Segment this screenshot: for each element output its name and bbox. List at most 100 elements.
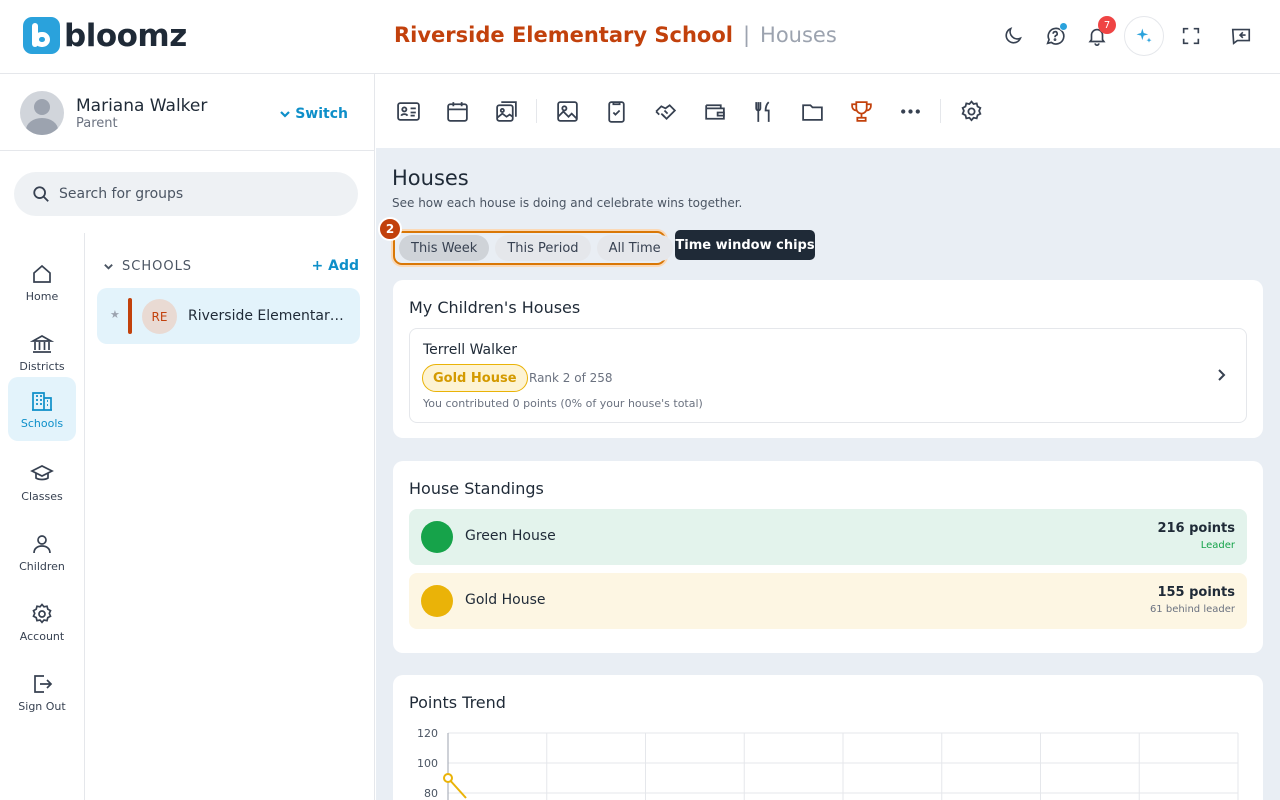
nav-item-districts[interactable]: Districts [8, 320, 76, 384]
left-panel: Mariana Walker Parent Switch Home Distri… [0, 74, 375, 800]
fullscreen-icon[interactable] [1176, 16, 1206, 56]
data-point [443, 773, 453, 783]
newsletter-icon[interactable] [395, 98, 421, 124]
sparkle-icon[interactable] [1124, 16, 1164, 56]
avatar[interactable] [20, 91, 64, 135]
photo-album-icon[interactable] [493, 98, 519, 124]
group-item-riverside[interactable]: ★ RE Riverside Elementary School [97, 288, 360, 344]
nav-label-home: Home [25, 289, 59, 303]
bloomz-logo[interactable]: bloomz [23, 17, 187, 54]
nav-label-account: Account [19, 629, 65, 643]
add-school-button[interactable]: + Add [312, 258, 360, 274]
chevron-right-icon [1214, 367, 1228, 381]
nav-item-children[interactable]: Children [8, 520, 76, 584]
page-title: Houses [392, 166, 469, 190]
signout-icon [34, 674, 53, 693]
nav-item-account[interactable]: Account [8, 590, 76, 654]
profile-name: Mariana Walker [76, 96, 208, 116]
y-tick-label: 120 [417, 727, 438, 740]
schools-section-toggle[interactable]: SCHOOLS [103, 259, 192, 274]
moon-icon[interactable] [998, 16, 1028, 56]
wallet-icon[interactable] [701, 98, 727, 124]
nav-item-schools[interactable]: Schools [8, 377, 76, 441]
group-name: Riverside Elementary School [188, 308, 348, 324]
handshake-icon[interactable] [652, 98, 678, 124]
card-title: House Standings [409, 479, 544, 498]
y-tick-label: 80 [424, 787, 438, 800]
trophy-icon[interactable] [848, 98, 874, 124]
nav-item-home[interactable]: Home [8, 250, 76, 314]
standing-row-gold[interactable]: Gold House 155 points 61 behind leader [409, 573, 1247, 629]
nav-item-classes[interactable]: Classes [8, 450, 76, 514]
house-name: Gold House [465, 592, 546, 608]
switch-label: Switch [295, 106, 348, 122]
points-trend-chart: 120 100 80 [417, 727, 1239, 800]
points-trend-card: Points Trend 120 100 80 [393, 675, 1263, 800]
child-name: Terrell Walker [423, 342, 517, 358]
house-name: Green House [465, 528, 556, 544]
standing-row-green[interactable]: Green House 216 points Leader [409, 509, 1247, 565]
plus-icon: + [311, 258, 324, 274]
header-actions: 7 [998, 16, 1256, 56]
contribution-text: You contributed 0 points (0% of your hou… [423, 397, 703, 410]
school-name: Riverside Elementary School [394, 23, 733, 47]
chip-all-time[interactable]: All Time [596, 235, 673, 261]
nav-label-children: Children [19, 559, 65, 573]
gear-icon [32, 602, 52, 624]
nav-label-schools: Schools [20, 416, 64, 430]
rank-text: Rank 2 of 258 [529, 371, 613, 385]
bell-icon[interactable]: 7 [1082, 16, 1116, 56]
search-input[interactable] [59, 186, 319, 202]
bank-icon [30, 334, 54, 353]
nav-label-classes: Classes [21, 489, 63, 503]
message-icon[interactable] [1226, 16, 1256, 56]
notification-badge: 7 [1098, 16, 1116, 34]
chip-this-week[interactable]: This Week [399, 235, 490, 261]
house-points: 155 points [1157, 585, 1235, 600]
main-content: Houses See how each house is doing and c… [376, 74, 1280, 800]
house-note: Leader [1200, 540, 1235, 551]
logo-text: bloomz [64, 17, 187, 54]
nav-label-districts: Districts [19, 359, 65, 373]
dining-icon[interactable] [750, 98, 776, 124]
card-title: Points Trend [409, 693, 506, 712]
house-standings-card: House Standings Green House 216 points L… [393, 461, 1263, 653]
house-points: 216 points [1157, 521, 1235, 536]
profile-role: Parent [76, 116, 118, 131]
chip-this-period[interactable]: This Period [495, 235, 591, 261]
group-search[interactable] [14, 172, 358, 216]
image-icon[interactable] [554, 98, 580, 124]
star-icon[interactable]: ★ [110, 308, 120, 321]
title-separator: | [742, 23, 751, 47]
app-header: bloomz Riverside Elementary School | Hou… [0, 0, 1280, 74]
settings-icon[interactable] [958, 98, 984, 124]
checklist-icon[interactable] [603, 98, 629, 124]
nav-item-sign-out[interactable]: Sign Out [8, 660, 76, 724]
step-badge: 2 [378, 217, 402, 241]
my-children-card: My Children's Houses Terrell Walker Gold… [393, 280, 1263, 438]
house-badge: Gold House [422, 364, 528, 392]
schools-section-label: SCHOOLS [122, 259, 193, 274]
house-color-dot [421, 585, 453, 617]
feature-toolbar [376, 74, 1280, 148]
switch-button[interactable]: Switch [279, 106, 348, 122]
header-title: Riverside Elementary School | Houses [394, 23, 837, 47]
chevron-down-icon [280, 111, 290, 118]
profile-header: Mariana Walker Parent Switch [0, 74, 374, 151]
house-note: 61 behind leader [1149, 604, 1235, 615]
more-icon[interactable] [897, 98, 923, 124]
nav-rail: Home Districts Schools Classes Children … [0, 233, 85, 800]
nav-label-sign-out: Sign Out [18, 699, 66, 713]
child-house-row[interactable]: Terrell Walker Gold House Rank 2 of 258 … [409, 328, 1247, 423]
home-icon [33, 264, 51, 283]
help-icon[interactable] [1040, 16, 1070, 56]
building-icon [32, 391, 52, 411]
chevron-down-icon [104, 264, 113, 270]
folder-icon[interactable] [799, 98, 825, 124]
page-name: Houses [760, 23, 837, 47]
calendar-icon[interactable] [444, 98, 470, 124]
toolbar-divider [536, 99, 537, 123]
groups-panel: SCHOOLS + Add ★ RE Riverside Elementary … [85, 233, 374, 800]
page-subtitle: See how each house is doing and celebrat… [392, 196, 743, 210]
card-title: My Children's Houses [409, 298, 581, 317]
